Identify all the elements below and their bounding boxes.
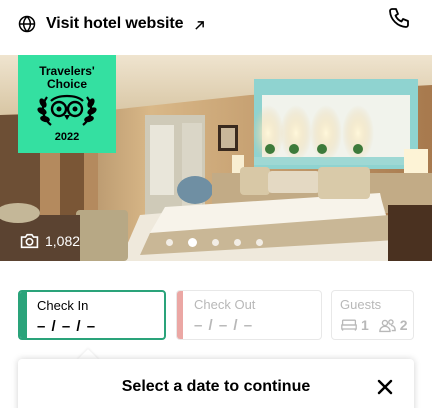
- carousel-dots: [166, 238, 263, 247]
- close-icon[interactable]: [376, 378, 394, 396]
- check-in-accent: [20, 292, 27, 338]
- photo-count[interactable]: 1,082: [20, 233, 80, 249]
- popover-message: Select a date to continue: [121, 378, 311, 395]
- select-date-popover: Select a date to continue: [18, 359, 414, 408]
- owl-laurel-icon: [37, 94, 97, 126]
- check-out-field[interactable]: Check Out – / – / –: [176, 290, 322, 340]
- camera-icon: [20, 233, 39, 249]
- carousel-dot[interactable]: [188, 238, 197, 247]
- guests-label: Guests: [340, 297, 382, 312]
- guests-field[interactable]: Guests 1 2: [331, 290, 414, 340]
- check-in-field[interactable]: Check In – / – / –: [18, 290, 166, 340]
- adults-count: 2: [399, 317, 408, 333]
- rooms-count: 1: [361, 317, 369, 333]
- person-icon: [378, 318, 396, 332]
- external-arrow-icon: [195, 20, 205, 30]
- check-out-value: – / – / –: [194, 317, 254, 334]
- photo-count-number: 1,082: [45, 233, 81, 249]
- top-bar: Visit hotel website: [0, 0, 432, 55]
- carousel-dot[interactable]: [166, 239, 173, 246]
- bed-icon: [341, 319, 357, 331]
- check-out-label: Check Out: [194, 297, 256, 312]
- carousel-dot[interactable]: [212, 239, 219, 246]
- carousel-dot[interactable]: [256, 239, 263, 246]
- check-out-accent: [177, 291, 183, 339]
- badge-year: 2022: [54, 131, 80, 143]
- check-in-value: – / – / –: [37, 318, 97, 335]
- visit-hotel-website-link[interactable]: Visit hotel website: [18, 10, 205, 38]
- carousel-dot[interactable]: [234, 239, 241, 246]
- hotel-photo-gallery[interactable]: Travelers' Choice 2022 1,082: [0, 55, 432, 261]
- globe-icon: [18, 15, 36, 33]
- website-link-label: Visit hotel website: [46, 15, 184, 32]
- travelers-choice-badge: Travelers' Choice 2022: [18, 55, 116, 153]
- phone-icon[interactable]: [387, 6, 411, 30]
- check-in-label: Check In: [37, 298, 89, 313]
